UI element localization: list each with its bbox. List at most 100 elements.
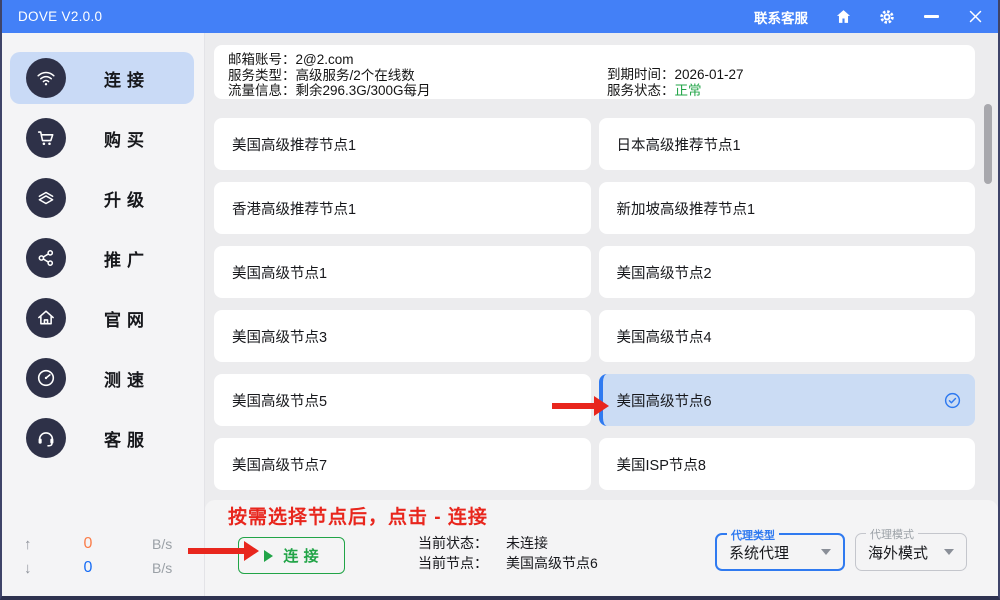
proxy-mode-select[interactable]: 代理模式 海外模式 [855, 533, 967, 571]
sidebar-item-speedtest[interactable]: 测速 [10, 352, 194, 404]
account-col-left: 邮箱账号：2@2.com 服务类型：高级服务/2个在线数 流量信息：剩余296.… [228, 52, 607, 99]
sidebar-item-upgrade[interactable]: 升级 [10, 172, 194, 224]
service-type-line: 服务类型：高级服务/2个在线数 [228, 68, 607, 84]
traffic-line: 流量信息：剩余296.3G/300G每月 [228, 83, 607, 99]
sidebar-item-website[interactable]: 官网 [10, 292, 194, 344]
check-circle-icon [944, 392, 961, 409]
upload-speed-unit: B/s [152, 536, 172, 552]
sidebar-item-label: 连接 [104, 66, 150, 91]
node-label: 美国高级节点6 [617, 390, 712, 411]
node-label: 新加坡高级推荐节点1 [617, 198, 756, 219]
play-icon [264, 550, 273, 562]
current-node-label: 当前节点： [418, 553, 506, 573]
speedtest-icon [26, 358, 66, 398]
proxy-type-label: 代理类型 [727, 527, 779, 543]
node-item[interactable]: 美国高级节点4 [599, 310, 976, 362]
service-status-line: 服务状态：正常 [607, 83, 744, 99]
traffic-label: 流量信息： [228, 83, 296, 98]
download-speed-unit: B/s [152, 560, 172, 576]
node-label: 日本高级推荐节点1 [617, 134, 741, 155]
wifi-icon [26, 58, 66, 98]
proxy-type-value: 系统代理 [729, 542, 789, 563]
node-item[interactable]: 美国高级节点7 [214, 438, 591, 490]
node-item[interactable]: 美国高级节点5 [214, 374, 591, 426]
node-list: 美国高级推荐节点1 日本高级推荐节点1 香港高级推荐节点1 新加坡高级推荐节点1… [214, 118, 975, 490]
sidebar-item-label: 客服 [104, 426, 150, 451]
chevron-down-icon [944, 549, 954, 555]
footer-panel: 按需选择节点后，点击 - 连接 连接 当前状态： 未连接 当前节点： 美国高级节… [205, 500, 998, 596]
node-item[interactable]: 美国高级节点3 [214, 310, 591, 362]
sidebar-item-label: 升级 [104, 186, 150, 211]
sidebar: 连接 购买 升级 推广 [2, 33, 205, 596]
upload-arrow-icon: ↑ [24, 536, 52, 553]
window-body: 连接 购买 升级 推广 [2, 33, 998, 596]
upload-speed-value: 0 [52, 535, 124, 553]
upload-speed-row: ↑ 0 B/s [2, 532, 204, 556]
node-label: 美国高级节点4 [617, 326, 712, 347]
expire-value: 2026-01-27 [675, 67, 744, 82]
node-label: 美国高级节点5 [232, 390, 327, 411]
connection-status: 当前状态： 未连接 当前节点： 美国高级节点6 [418, 533, 598, 573]
expire-line: 到期时间：2026-01-27 [607, 67, 744, 83]
titlebar: DOVE V2.0.0 联系客服 [2, 0, 998, 33]
node-item[interactable]: 美国高级节点2 [599, 246, 976, 298]
node-item-selected[interactable]: 美国高级节点6 [599, 374, 976, 426]
sidebar-item-label: 推广 [104, 246, 150, 271]
node-label: 美国高级推荐节点1 [232, 134, 356, 155]
email-value: 2@2.com [296, 52, 354, 67]
sidebar-item-label: 购买 [104, 126, 150, 151]
app-title: DOVE V2.0.0 [18, 9, 102, 24]
download-speed-row: ↓ 0 B/s [2, 556, 204, 580]
sidebar-item-referral[interactable]: 推广 [10, 232, 194, 284]
sidebar-item-support[interactable]: 客服 [10, 412, 194, 464]
share-icon [26, 238, 66, 278]
service-type-label: 服务类型： [228, 68, 296, 83]
connect-button-label: 连接 [283, 545, 324, 566]
service-status-value: 正常 [675, 83, 702, 98]
titlebar-actions: 联系客服 [754, 7, 984, 27]
node-item[interactable]: 新加坡高级推荐节点1 [599, 182, 976, 234]
headset-icon [26, 418, 66, 458]
node-item[interactable]: 美国ISP节点8 [599, 438, 976, 490]
scrollbar-thumb[interactable] [984, 104, 992, 184]
current-status-value: 未连接 [506, 533, 548, 553]
sidebar-item-purchase[interactable]: 购买 [10, 112, 194, 164]
current-status-row: 当前状态： 未连接 [418, 533, 598, 553]
proxy-mode-label: 代理模式 [866, 526, 918, 542]
node-label: 香港高级推荐节点1 [232, 198, 356, 219]
email-line: 邮箱账号：2@2.com [228, 52, 607, 68]
download-speed-value: 0 [52, 559, 124, 577]
current-node-row: 当前节点： 美国高级节点6 [418, 553, 598, 573]
home-outline-icon [26, 298, 66, 338]
sidebar-item-connect[interactable]: 连接 [10, 52, 194, 104]
service-type-value: 高级服务/2个在线数 [296, 68, 415, 83]
contact-support-link[interactable]: 联系客服 [754, 7, 808, 27]
app-window: DOVE V2.0.0 联系客服 [0, 0, 1000, 600]
speed-indicators: ↑ 0 B/s ↓ 0 B/s [2, 532, 204, 580]
email-label: 邮箱账号： [228, 52, 296, 67]
account-col-right: 到期时间：2026-01-27 服务状态：正常 [607, 52, 744, 99]
node-item[interactable]: 美国高级推荐节点1 [214, 118, 591, 170]
gear-icon[interactable] [878, 8, 896, 26]
node-label: 美国高级节点2 [617, 262, 712, 283]
current-status-label: 当前状态： [418, 533, 506, 553]
annotation-hint: 按需选择节点后，点击 - 连接 [228, 502, 488, 529]
close-button[interactable] [966, 8, 984, 26]
chevron-down-icon [821, 549, 831, 555]
current-node-value: 美国高级节点6 [506, 553, 598, 573]
account-info-card: 邮箱账号：2@2.com 服务类型：高级服务/2个在线数 流量信息：剩余296.… [214, 45, 975, 99]
main-panel: 邮箱账号：2@2.com 服务类型：高级服务/2个在线数 流量信息：剩余296.… [205, 33, 998, 596]
minimize-button[interactable] [922, 8, 940, 26]
service-status-label: 服务状态： [607, 83, 675, 98]
node-item[interactable]: 美国高级节点1 [214, 246, 591, 298]
home-icon[interactable] [834, 8, 852, 26]
connect-button[interactable]: 连接 [238, 537, 345, 574]
node-label: 美国高级节点1 [232, 262, 327, 283]
proxy-mode-value: 海外模式 [868, 542, 928, 563]
node-item[interactable]: 日本高级推荐节点1 [599, 118, 976, 170]
sidebar-item-label: 官网 [104, 306, 150, 331]
traffic-value: 剩余296.3G/300G每月 [296, 83, 431, 98]
proxy-type-select[interactable]: 代理类型 系统代理 [715, 533, 845, 571]
download-arrow-icon: ↓ [24, 560, 52, 577]
node-item[interactable]: 香港高级推荐节点1 [214, 182, 591, 234]
